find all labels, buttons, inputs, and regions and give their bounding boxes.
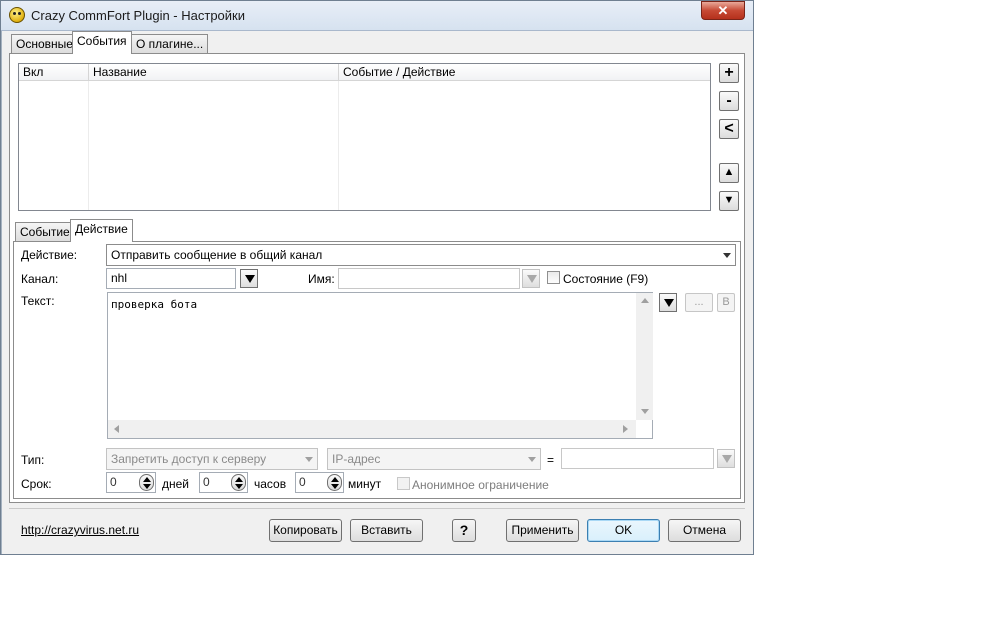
more-options-button[interactable]: ... [685, 293, 713, 312]
tab-about[interactable]: О плагине... [131, 34, 209, 54]
ip-dropdown-button[interactable] [717, 449, 735, 468]
footer-divider [9, 508, 745, 509]
anonymous-label: Анонимное ограничение [412, 478, 549, 492]
tab-events[interactable]: События [72, 31, 132, 54]
vertical-scrollbar[interactable] [636, 293, 653, 420]
add-event-button[interactable]: + [719, 63, 739, 83]
remove-event-button[interactable]: - [719, 91, 739, 111]
column-header-enabled[interactable]: Вкл [19, 64, 89, 81]
text-template-dropdown-button[interactable] [659, 293, 677, 312]
anonymous-checkbox[interactable] [397, 477, 410, 490]
cancel-button[interactable]: Отмена [668, 519, 741, 542]
hours-input[interactable]: 0 [199, 472, 248, 493]
days-spinner-icon[interactable] [139, 474, 154, 491]
bold-button[interactable]: B [717, 293, 735, 312]
apply-button[interactable]: Применить [506, 519, 579, 542]
events-list[interactable]: Вкл Название Событие / Действие [18, 63, 711, 211]
ip-type-select[interactable]: IP-адрес [327, 448, 541, 470]
scroll-left-icon[interactable] [114, 425, 119, 433]
ok-button[interactable]: OK [587, 519, 660, 542]
name-label: Имя: [308, 272, 335, 286]
scroll-right-icon[interactable] [623, 425, 628, 433]
hours-spinner-icon[interactable] [231, 474, 246, 491]
minutes-value: 0 [299, 475, 306, 489]
move-up-button[interactable]: ▲ [719, 163, 739, 183]
equals-sign: = [547, 453, 555, 467]
chevron-down-icon [305, 457, 313, 462]
channel-label: Канал: [21, 272, 59, 286]
column-divider [88, 81, 89, 210]
days-input[interactable]: 0 [106, 472, 156, 493]
copy-button[interactable]: Копировать [269, 519, 342, 542]
chevron-down-icon [723, 253, 731, 258]
paste-button[interactable]: Вставить [350, 519, 423, 542]
ip-type-select-value: IP-адрес [332, 452, 381, 466]
action-select-value: Отправить сообщение в общий канал [111, 248, 323, 262]
days-value: 0 [110, 475, 117, 489]
ip-address-input[interactable] [561, 448, 714, 469]
scroll-down-icon[interactable] [641, 409, 649, 414]
website-link[interactable]: http://crazyvirus.net.ru [21, 523, 139, 537]
window-title: Crazy CommFort Plugin - Настройки [31, 8, 245, 23]
name-input[interactable] [338, 268, 520, 289]
app-smiley-icon [9, 7, 25, 23]
type-select-value: Запретить доступ к серверу [111, 452, 267, 466]
minutes-input[interactable]: 0 [295, 472, 344, 493]
hours-value: 0 [203, 475, 210, 489]
column-header-name[interactable]: Название [89, 64, 339, 81]
column-header-event-action[interactable]: Событие / Действие [339, 64, 710, 81]
state-label: Состояние (F9) [563, 272, 649, 286]
term-label: Срок: [21, 477, 52, 491]
text-label: Текст: [21, 294, 55, 308]
tab-event[interactable]: Событие [15, 222, 75, 242]
close-button[interactable]: ✕ [701, 1, 745, 20]
minutes-spinner-icon[interactable] [327, 474, 342, 491]
horizontal-scrollbar[interactable] [108, 420, 636, 438]
action-select[interactable]: Отправить сообщение в общий канал [106, 244, 736, 266]
move-down-button[interactable]: ▼ [719, 191, 739, 211]
move-left-button[interactable]: < [719, 119, 739, 139]
tab-main[interactable]: Основные [11, 34, 78, 54]
title-bar[interactable]: Crazy CommFort Plugin - Настройки ✕ [1, 1, 753, 31]
type-label: Тип: [21, 453, 45, 467]
settings-window: Crazy CommFort Plugin - Настройки ✕ Осно… [0, 0, 754, 555]
channel-dropdown-button[interactable] [240, 269, 258, 288]
channel-input[interactable]: nhl [106, 268, 236, 289]
message-text: проверка бота [111, 298, 198, 311]
name-dropdown-button[interactable] [522, 269, 540, 288]
minutes-label: минут [348, 477, 382, 491]
column-divider [338, 81, 339, 210]
type-select[interactable]: Запретить доступ к серверу [106, 448, 318, 470]
help-button[interactable]: ? [452, 519, 476, 542]
state-checkbox[interactable] [547, 271, 560, 284]
scroll-up-icon[interactable] [641, 298, 649, 303]
hours-label: часов [254, 477, 287, 491]
action-label: Действие: [21, 248, 78, 262]
chevron-down-icon [528, 457, 536, 462]
days-label: дней [162, 477, 190, 491]
tab-action[interactable]: Действие [70, 219, 133, 242]
message-textarea[interactable]: проверка бота [107, 292, 653, 439]
